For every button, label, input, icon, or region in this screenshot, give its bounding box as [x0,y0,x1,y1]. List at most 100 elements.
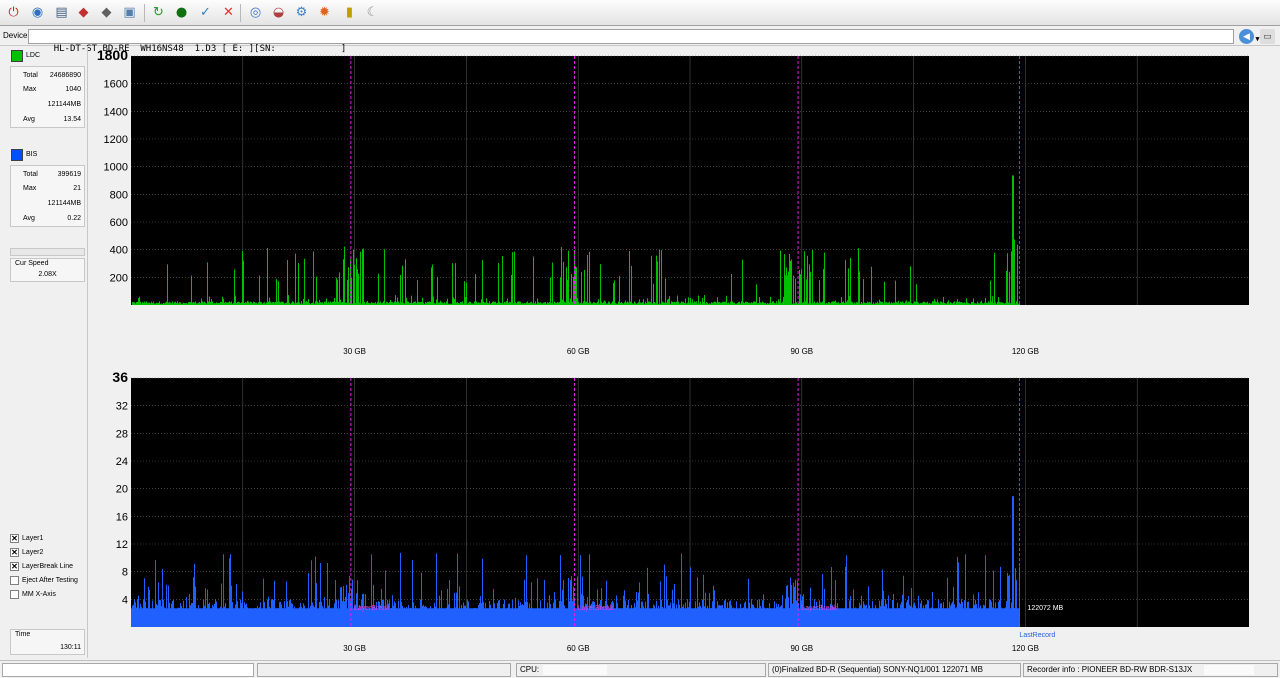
ldc-total-value: 24686890 [49,72,81,79]
time-box: Time 130:11 [10,629,85,655]
checkbox-label: Layer1 [22,535,44,542]
fire-icon[interactable]: ✹ [315,3,334,22]
sleep-icon[interactable]: ☾ [363,3,382,22]
ldc-max-position: 121144MB [47,101,81,108]
bis-max-value: 21 [73,185,81,192]
toolbar-separator [144,4,145,22]
status-blank [257,663,511,677]
status-bar: CPU: (0)Finalized BD-R (Sequential) SONY… [0,660,1280,678]
cpu-label: CPU: [520,665,540,674]
y-tick-label: 8 [122,567,128,579]
y-tick-label: 400 [110,245,128,257]
chart-icon[interactable]: ▮ [340,3,359,22]
recorder-info: Recorder info : PIONEER BD-RW BDR-S13JX [1027,665,1193,674]
ldc-legend-label: LDC [26,52,41,59]
disc-check-icon[interactable]: ✓ [196,3,215,22]
x-tick-label: 120 GB [1012,644,1039,653]
ldc-avg-value: 13.54 [63,116,81,123]
y-tick-label: 1600 [104,79,128,91]
checkbox-label: LayerBreak Line [22,563,73,570]
ldc-max-value: 1040 [65,86,81,93]
cur-speed-box: Cur Speed 2.08X [10,258,85,282]
device-bar: Device: HL-DT-ST BD-RE WH16NS48 1.D3 [ E… [0,27,1280,54]
x-tick-label: 60 GB [567,347,590,356]
bis-avg-label: Avg [23,215,35,222]
status-recorder: Recorder info : PIONEER BD-RW BDR-S13JX [1023,663,1278,677]
toolbar: ⏻ ◉ ▤ ◆ ◆ ▣ ↻ ● ✓ ✕ ◎ ◒ ⚙ ✹ ▮ ☾ [0,0,1280,26]
checkbox-layerbreak-line[interactable]: ✕ [10,562,19,571]
sidebar: LDC Total 24686890 Max 1040 121144MB Avg… [0,46,88,658]
status-cpu: CPU: [516,663,766,677]
x-tick-label: 120 GB [1012,347,1039,356]
y-tick-label: 800 [110,189,128,201]
ldc-total-label: Total [23,72,38,79]
y-tick-label: 32 [116,401,128,413]
ldc-max-label: Max [23,86,37,93]
y-tick-label: 4 [122,594,128,606]
computer-icon[interactable]: ▤ [52,3,71,22]
checkbox-label: Layer2 [22,549,44,556]
y-tick-label: 28 [116,428,128,440]
x-tick-label: 30 GB [343,347,366,356]
refresh-icon[interactable]: ↻ [149,3,168,22]
disc-info: (0)Finalized BD-R (Sequential) SONY-NQ1/… [772,665,983,674]
y-tick-label: 200 [110,272,128,284]
y-tick-label: 600 [110,217,128,229]
bis-avg-value: 0.22 [67,215,81,222]
bis-total-label: Total [23,171,38,178]
device-select[interactable]: HL-DT-ST BD-RE WH16NS48 1.D3 [ E: ][SN: … [28,29,1260,54]
eraser-icon[interactable]: ◆ [97,3,116,22]
ldc-legend-swatch[interactable] [11,50,23,62]
copy-disc-icon[interactable]: ▣ [120,3,139,22]
charts: 2004006008001000120014001600180030 GB 60 … [97,47,1249,653]
recorder-blank [1204,665,1254,675]
data-bars-ldc [132,175,1020,305]
plot-area-ldc [131,56,1249,305]
data-bars-bis [132,496,1020,627]
y-tick-label: 1400 [104,106,128,118]
cur-speed-label: Cur Speed [15,260,49,267]
checkbox-mm-x-axis[interactable] [10,590,19,599]
y-tick-label: 16 [116,511,128,523]
y-tick-label: 1200 [104,134,128,146]
power-icon[interactable]: ⏻ [4,3,23,22]
scan-icon[interactable]: ◒ [269,3,288,22]
settings-icon[interactable]: ⚙ [292,3,311,22]
bis-legend-label: BIS [26,151,38,158]
bis-legend-swatch[interactable] [11,149,23,161]
disc-quality-icon[interactable]: ◎ [246,3,265,22]
y-tick-label: 24 [116,456,128,468]
bis-max-position: 121144MB [47,200,81,207]
x-tick-label: 90 GB [790,644,813,653]
burn-icon[interactable]: ● [172,3,191,22]
last-record-label: LastRecord [1019,632,1055,639]
layerbreak-label: LayerBreak [801,605,837,612]
device-value: HL-DT-ST BD-RE WH16NS48 1.D3 [ E: ][SN: … [53,44,347,54]
y-tick-label: 36 [112,369,128,385]
ldc-avg-label: Avg [23,116,35,123]
checkbox-layer1[interactable]: ✕ [10,534,19,543]
time-label: Time [15,631,31,638]
end-position-label: 122072 MB [1027,605,1063,612]
stop-icon[interactable]: ✕ [219,3,238,22]
status-disc: (0)Finalized BD-R (Sequential) SONY-NQ1/… [768,663,1021,677]
x-tick-label: 30 GB [343,644,366,653]
eject-icon[interactable]: ◀ [1239,29,1254,44]
y-tick-label: 12 [116,539,128,551]
bis-max-label: Max [23,185,37,192]
x-tick-label: 60 GB [567,644,590,653]
checkbox-layer2[interactable]: ✕ [10,548,19,557]
layerbreak-label: LayerBreak [577,605,613,612]
save-icon[interactable]: ▭ [1260,29,1275,44]
ldc-stats: Total 24686890 Max 1040 121144MB Avg 13.… [10,66,85,128]
bis-total-value: 399619 [57,171,81,178]
checkbox-label: Eject After Testing [22,577,78,584]
y-tick-label: 1000 [104,162,128,174]
device-label: Device: [3,31,30,40]
toolbar-separator [240,4,241,22]
time-value: 130:11 [60,644,81,651]
checkbox-eject-after-testing[interactable] [10,576,19,585]
disc-info-icon[interactable]: ◉ [28,3,47,22]
status-progress [2,663,254,677]
erase-icon[interactable]: ◆ [74,3,93,22]
